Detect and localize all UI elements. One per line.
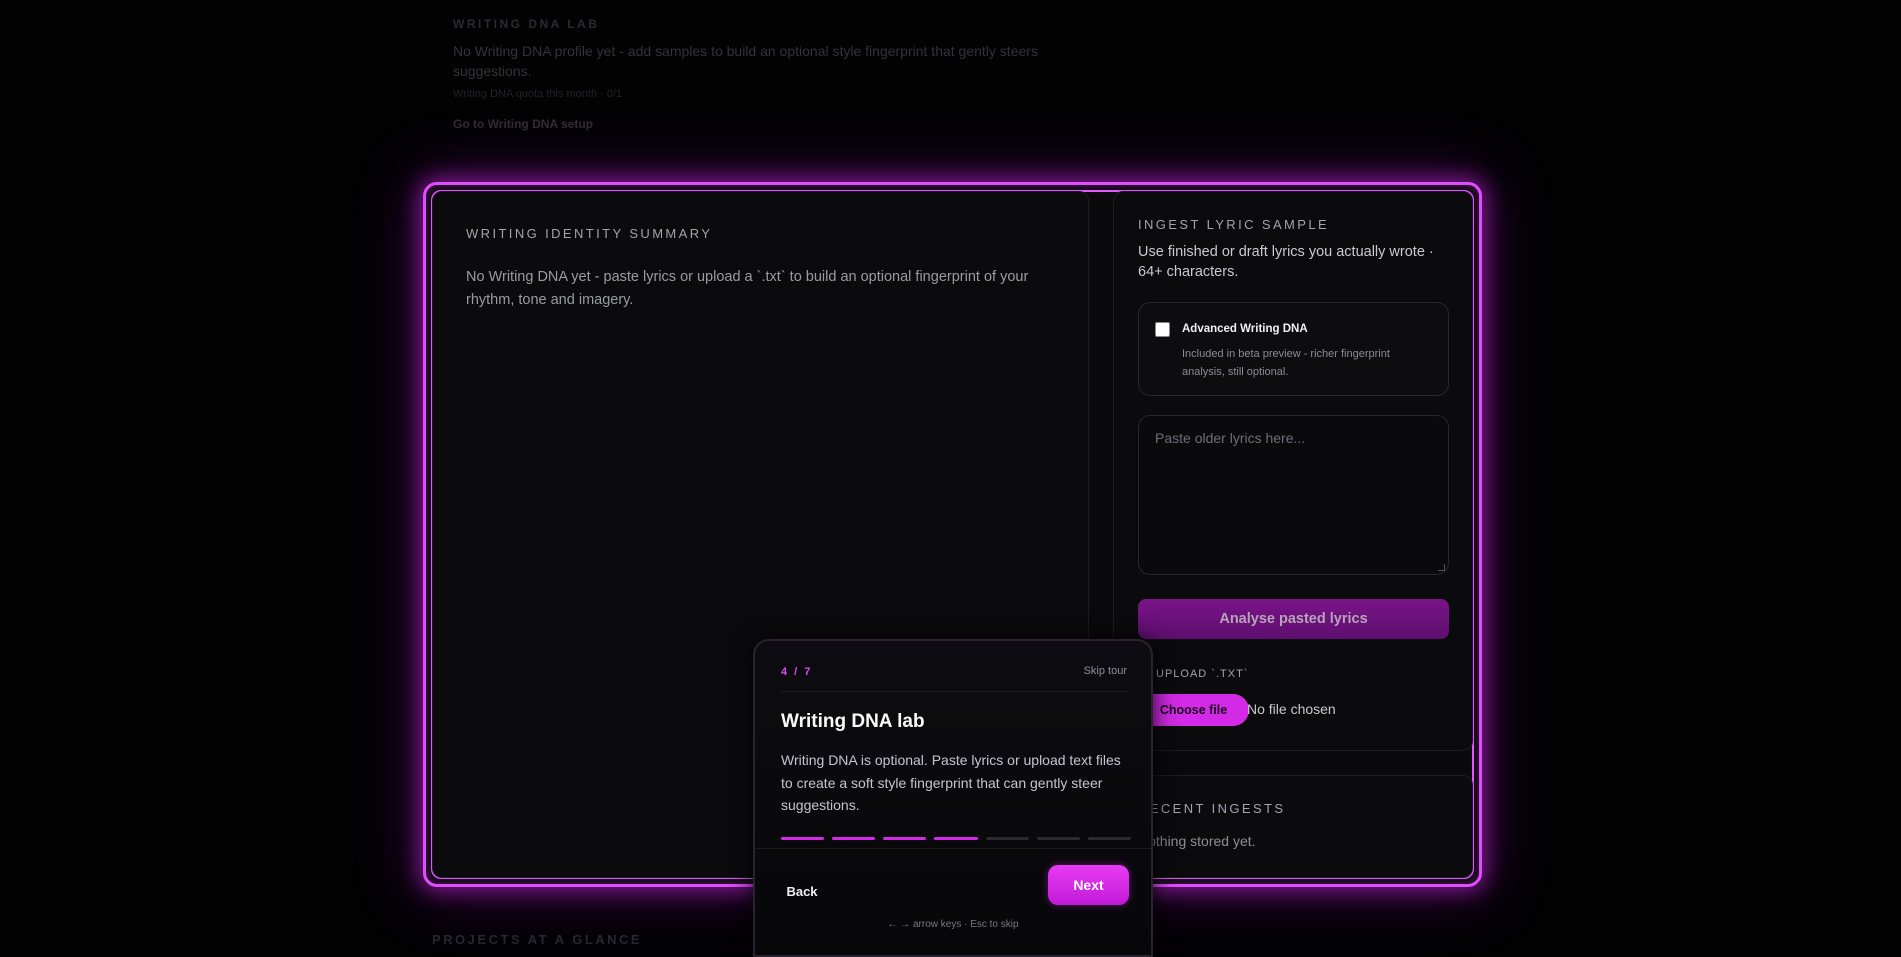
- file-status: No file chosen: [1247, 701, 1336, 717]
- tour-body: Writing DNA is optional. Paste lyrics or…: [781, 752, 1121, 813]
- advanced-writing-dna-checkbox[interactable]: [1155, 322, 1170, 337]
- tour-divider: [781, 691, 1127, 692]
- advanced-writing-dna-note: Included in beta preview - richer finger…: [1182, 348, 1390, 378]
- lyrics-textarea-placeholder: Paste older lyrics here...: [1155, 430, 1306, 446]
- projects-heading: PROJECTS AT A GLANCE: [432, 932, 643, 947]
- tour-title: Writing DNA lab: [781, 711, 925, 732]
- advanced-writing-dna-title: Advanced Writing DNA: [1182, 323, 1308, 335]
- ingest-description: Use finished or draft lyrics you actuall…: [1138, 244, 1434, 280]
- summary-eyebrow: WRITING IDENTITY SUMMARY: [466, 226, 713, 241]
- lab-message: No Writing DNA profile yet - add samples…: [453, 43, 1038, 79]
- lab-eyebrow: WRITING DNA LAB: [453, 17, 600, 31]
- tour-progress-segment: [832, 837, 876, 840]
- tour-progress: [781, 837, 1131, 841]
- recent-eyebrow: RECENT INGESTS: [1138, 801, 1286, 816]
- writing-dna-lab-card-dimmed: WRITING DNA LAB No Writing DNA profile y…: [0, 0, 1901, 140]
- resize-handle-icon[interactable]: [1438, 564, 1445, 571]
- summary-text: No Writing DNA yet - paste lyrics or upl…: [466, 269, 1029, 308]
- choose-file-button[interactable]: Choose file: [1138, 694, 1249, 726]
- recent-empty-text: Nothing stored yet.: [1138, 833, 1256, 849]
- onboarding-tour-dialog: 4 / 7 Skip tour Writing DNA lab Writing …: [753, 639, 1153, 957]
- ingest-eyebrow: INGEST LYRIC SAMPLE: [1138, 217, 1330, 232]
- tour-progress-segment: [1036, 837, 1080, 840]
- lyrics-textarea[interactable]: Paste older lyrics here...: [1138, 415, 1449, 575]
- recent-ingests-card: RECENT INGESTS Nothing stored yet.: [1113, 775, 1473, 878]
- next-button[interactable]: Next: [1048, 865, 1129, 905]
- upload-label: UPLOAD `.TXT`: [1156, 668, 1249, 680]
- ingest-lyric-sample-card: INGEST LYRIC SAMPLE Use finished or draf…: [1113, 191, 1473, 751]
- lab-quota: Writing DNA quota this month · 0/1: [453, 88, 623, 100]
- tour-footer-divider: [755, 848, 1151, 849]
- tour-progress-segment: [781, 837, 825, 840]
- skip-tour-button[interactable]: Skip tour: [1084, 665, 1127, 677]
- tour-progress-segment: [985, 837, 1029, 840]
- tour-step-counter: 4 / 7: [781, 666, 813, 678]
- advanced-writing-dna-option[interactable]: Advanced Writing DNA Included in beta pr…: [1138, 302, 1449, 396]
- back-button[interactable]: Back: [779, 877, 825, 907]
- tour-progress-segment: [883, 837, 927, 840]
- setup-link: Go to Writing DNA setup: [453, 117, 593, 131]
- analyse-pasted-lyrics-button[interactable]: Analyse pasted lyrics: [1138, 599, 1449, 639]
- tour-progress-segment: [934, 837, 978, 840]
- tour-progress-segment: [1087, 837, 1131, 840]
- keyboard-hint: ← → arrow keys · Esc to skip: [887, 919, 1019, 930]
